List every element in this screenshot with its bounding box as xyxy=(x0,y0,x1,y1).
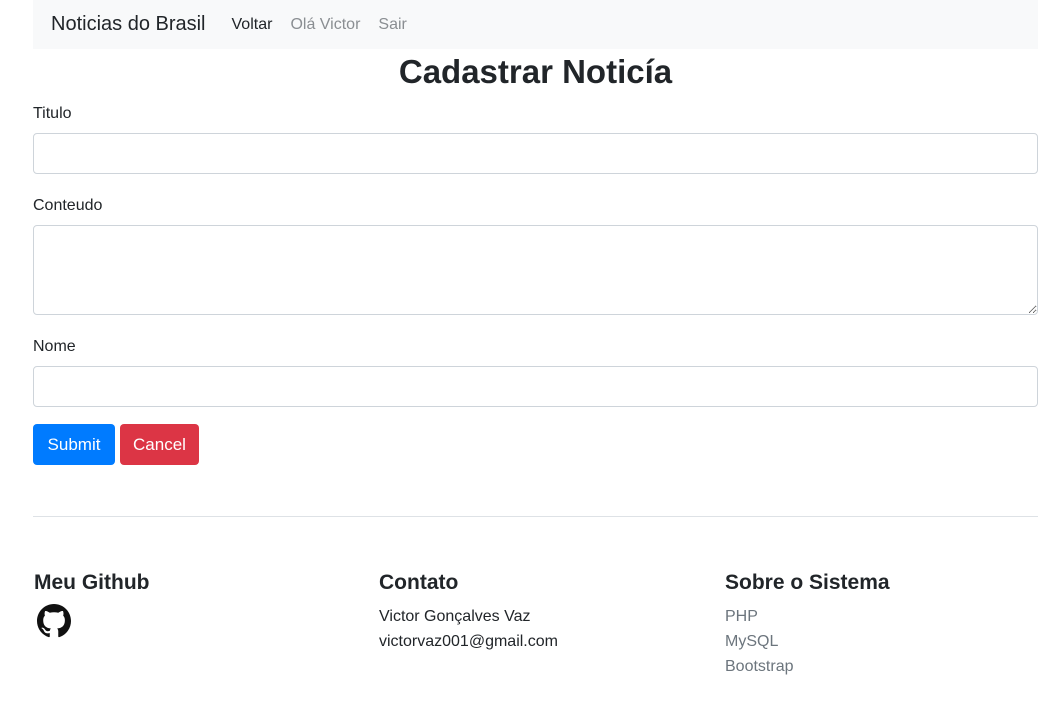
tech-link-php[interactable]: PHP xyxy=(725,604,890,629)
cancel-button[interactable]: Cancel xyxy=(120,424,199,465)
tech-link-bootstrap[interactable]: Bootstrap xyxy=(725,654,890,679)
contact-email: victorvaz001@gmail.com xyxy=(379,633,558,650)
titulo-input[interactable] xyxy=(33,133,1038,174)
contact-name: Victor Gonçalves Vaz xyxy=(379,608,531,625)
footer-divider xyxy=(33,516,1038,517)
conteudo-label: Conteudo xyxy=(33,197,103,214)
nome-label: Nome xyxy=(33,338,76,355)
navbar-brand[interactable]: Noticias do Brasil xyxy=(51,13,206,36)
titulo-label: Titulo xyxy=(33,105,72,122)
nav-link-voltar[interactable]: Voltar xyxy=(232,16,273,34)
footer-github-column: Meu Github xyxy=(34,570,149,643)
footer-sobre-column: Sobre o Sistema PHP MySQL Bootstrap xyxy=(725,570,890,679)
page-title: Cadastrar Noticía xyxy=(398,53,673,90)
nav-link-sair[interactable]: Sair xyxy=(378,16,406,34)
navbar: Noticias do Brasil Voltar Olá Victor Sai… xyxy=(33,0,1038,49)
tech-link-mysql[interactable]: MySQL xyxy=(725,629,890,654)
contato-heading: Contato xyxy=(379,571,459,594)
github-icon[interactable] xyxy=(37,604,71,638)
github-heading: Meu Github xyxy=(34,571,150,594)
sobre-heading: Sobre o Sistema xyxy=(725,571,890,594)
submit-button[interactable]: Submit xyxy=(33,424,115,465)
footer-contato-column: Contato Victor Gonçalves Vaz victorvaz00… xyxy=(379,570,558,654)
conteudo-textarea[interactable] xyxy=(33,225,1038,315)
nome-input[interactable] xyxy=(33,366,1038,407)
nav-link-user[interactable]: Olá Victor xyxy=(290,16,360,34)
